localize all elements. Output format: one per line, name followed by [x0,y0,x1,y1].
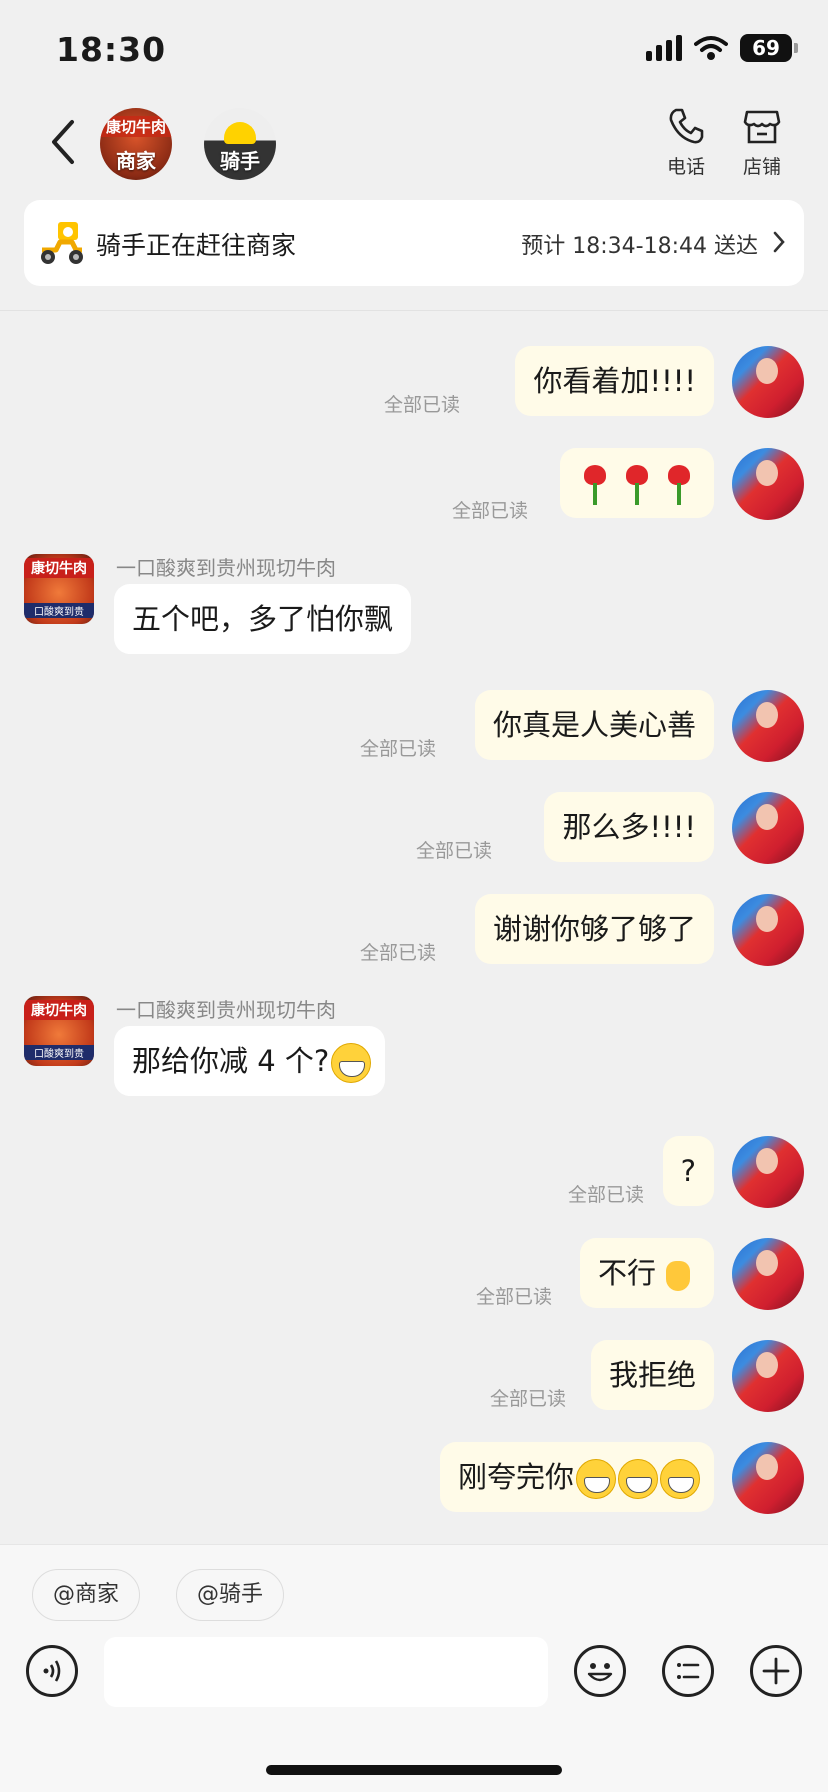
delivery-eta: 预计 18:34-18:44 送达 [521,234,758,259]
chat-header: 康切牛肉 商家 骑手 电话 店铺 [0,96,828,192]
shop-avatar[interactable]: 康切牛肉 口酸爽到贵 [24,554,94,624]
sender-name: 一口酸爽到贵州现切牛肉 [116,998,336,1022]
status-bar: 18:30 69 [0,0,828,96]
hand-emoji-icon [660,1255,696,1295]
wifi-icon [694,36,728,60]
signal-icon [646,35,682,61]
my-avatar[interactable] [732,894,804,966]
read-receipt: 全部已读 [359,738,436,760]
my-avatar[interactable] [732,448,804,520]
message-bubble-in[interactable]: 五个吧，多了怕你飘 [114,584,412,654]
message-bubble-out[interactable]: 你看着加!!!! [515,346,714,416]
message-bubble-in[interactable]: 那给你减 4 个? [114,1026,386,1096]
my-avatar[interactable] [732,1442,804,1514]
my-avatar[interactable] [732,1238,804,1310]
rose-emoji-icon [666,465,692,505]
message-bubble-out[interactable]: 我拒绝 [590,1340,714,1410]
read-receipt: 全部已读 [359,942,436,964]
home-indicator[interactable] [266,1765,562,1775]
message-text: 不行 [597,1256,656,1290]
rider-label: 骑手 [220,149,260,173]
my-avatar[interactable] [732,346,804,418]
emoji-button[interactable] [574,1645,626,1697]
shop-avatar[interactable]: 康切牛肉 口酸爽到贵 [24,996,94,1066]
shop-avatar-bottom-text: 口酸爽到贵 [24,1045,94,1060]
store-icon [743,110,781,144]
mention-rider-button[interactable]: @骑手 [176,1569,285,1621]
delivery-status-text: 骑手正在赶往商家 [96,231,297,260]
store-label: 店铺 [742,156,781,178]
merchant-avatar[interactable]: 康切牛肉 商家 [100,108,172,180]
delivery-scooter-icon [41,222,83,264]
store-button[interactable]: 店铺 [732,106,792,179]
read-receipt: 全部已读 [475,1286,552,1308]
sender-name: 一口酸爽到贵州现切牛肉 [116,556,336,580]
message-input[interactable] [104,1637,548,1707]
back-icon[interactable] [44,118,84,166]
grin-emoji-icon [618,1459,658,1499]
message-bubble-out[interactable] [560,448,714,518]
merchant-avatar-shop-name: 康切牛肉 [100,116,172,137]
phone-button[interactable]: 电话 [656,106,716,179]
message-bubble-out[interactable]: 不行 [579,1238,714,1308]
list-icon [677,1663,700,1679]
battery-icon: 69 [740,34,798,62]
my-avatar[interactable] [732,690,804,762]
message-bubble-out[interactable]: 你真是人美心善 [474,690,714,760]
voice-button[interactable] [26,1645,78,1697]
more-button[interactable] [750,1645,802,1697]
shop-avatar-top-text: 康切牛肉 [24,1000,94,1020]
rose-emoji-icon [624,465,650,505]
phone-label: 电话 [666,156,705,178]
composer: @商家 @骑手 [0,1544,828,1792]
message-bubble-out[interactable]: 刚夸完你 [439,1442,714,1512]
grin-emoji-icon [331,1043,372,1083]
quick-phrases-button[interactable] [662,1645,714,1697]
grin-emoji-icon [660,1459,700,1499]
chevron-right-icon [773,231,785,253]
my-avatar[interactable] [732,792,804,864]
shop-avatar-bottom-text: 口酸爽到贵 [24,603,94,618]
delivery-status-card[interactable]: 骑手正在赶往商家 预计 18:34-18:44 送达 [24,200,804,286]
smiley-icon [587,1663,613,1682]
shop-avatar-top-text: 康切牛肉 [24,558,94,578]
rose-emoji-icon [582,465,608,505]
voice-icon [43,1660,61,1682]
grin-emoji-icon [576,1459,616,1499]
message-bubble-out[interactable]: ? [662,1136,714,1206]
message-text: 刚夸完你 [457,1460,574,1494]
status-time: 18:30 [56,30,167,69]
read-receipt: 全部已读 [567,1184,644,1206]
read-receipt: 全部已读 [415,840,492,862]
message-bubble-out[interactable]: 谢谢你够了够了 [474,894,714,964]
status-icons: 69 [646,34,798,62]
plus-icon [762,1657,790,1685]
mention-merchant-button[interactable]: @商家 [32,1569,141,1621]
read-receipt: 全部已读 [451,500,528,522]
merchant-label: 商家 [116,149,156,173]
read-receipt: 全部已读 [383,394,460,416]
phone-icon [669,108,704,144]
helmet-icon [224,122,256,144]
read-receipt: 全部已读 [489,1388,566,1410]
rider-avatar[interactable]: 骑手 [204,108,276,180]
my-avatar[interactable] [732,1340,804,1412]
my-avatar[interactable] [732,1136,804,1208]
header-divider [0,310,828,311]
message-text: 那给你减 4 个? [132,1044,330,1078]
message-bubble-out[interactable]: 那么多!!!! [544,792,714,862]
